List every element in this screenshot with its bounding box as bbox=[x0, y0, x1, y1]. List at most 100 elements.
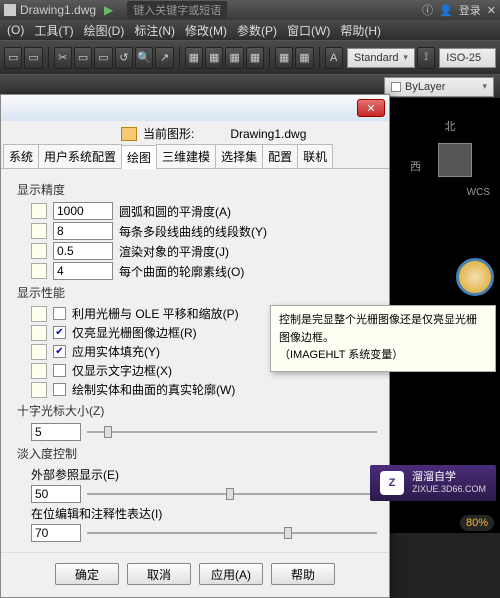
ok-button[interactable]: 确定 bbox=[55, 563, 119, 585]
menu-win[interactable]: 窗口(W) bbox=[284, 22, 333, 39]
render-label: 渲染对象的平滑度(J) bbox=[119, 243, 229, 260]
group-precision-title: 显示精度 bbox=[17, 181, 377, 198]
tool-btn[interactable]: ↗ bbox=[155, 47, 173, 69]
silhouette-checkbox[interactable] bbox=[53, 383, 66, 396]
edit-slider[interactable] bbox=[87, 524, 377, 542]
login-icon: 👤 bbox=[439, 4, 453, 17]
menu-o[interactable]: (O) bbox=[4, 23, 27, 37]
cross-input[interactable]: 5 bbox=[31, 423, 81, 441]
highlight-checkbox[interactable]: ✔ bbox=[53, 326, 66, 339]
layer-value: ByLayer bbox=[405, 81, 445, 93]
chevron-down-icon: ▾ bbox=[482, 81, 487, 92]
tool-btn[interactable]: ▦ bbox=[275, 47, 293, 69]
watermark-brand: 溜溜自学 bbox=[412, 471, 486, 484]
menu-dim[interactable]: 标注(N) bbox=[131, 22, 178, 39]
tool-btn[interactable]: ▭ bbox=[4, 47, 22, 69]
login-text[interactable]: 登录 bbox=[459, 2, 481, 18]
info-icon[interactable]: ⓘ bbox=[422, 2, 433, 18]
raster-checkbox[interactable] bbox=[53, 307, 66, 320]
cross-slider[interactable] bbox=[87, 423, 377, 441]
dwg-icon bbox=[31, 263, 47, 279]
tabs: 系统 用户系统配置 绘图 三维建模 选择集 配置 联机 bbox=[1, 144, 389, 169]
menu-tool[interactable]: 工具(T) bbox=[31, 22, 76, 39]
textstyle-value: Standard bbox=[354, 52, 399, 64]
cube-wcs[interactable]: WCS bbox=[467, 187, 490, 198]
tab-online[interactable]: 联机 bbox=[297, 144, 333, 168]
tool-btn[interactable]: 🔍 bbox=[135, 47, 153, 69]
tool-btn[interactable]: ▦ bbox=[225, 47, 243, 69]
textstyle-icon[interactable]: A bbox=[325, 47, 343, 69]
cube-west: 西 bbox=[410, 158, 421, 174]
medal-icon bbox=[456, 258, 494, 296]
menu-help[interactable]: 帮助(H) bbox=[337, 22, 384, 39]
exchange-icon[interactable]: ✕ bbox=[487, 4, 496, 17]
textstyle-combo[interactable]: Standard ▾ bbox=[347, 48, 415, 68]
cancel-button[interactable]: 取消 bbox=[127, 563, 191, 585]
surf-input[interactable] bbox=[53, 262, 113, 280]
dimstyle-value: ISO-25 bbox=[446, 52, 481, 64]
dwg-icon bbox=[31, 363, 47, 379]
seg-input[interactable] bbox=[53, 222, 113, 240]
surf-label: 每个曲面的轮廓素线(O) bbox=[119, 263, 244, 280]
viewcube[interactable]: 北 西 WCS bbox=[410, 118, 490, 198]
tab-user[interactable]: 用户系统配置 bbox=[38, 144, 122, 168]
edit-label: 在位编辑和注释性表达(I) bbox=[31, 505, 162, 522]
tab-config[interactable]: 配置 bbox=[262, 144, 298, 168]
tab-system[interactable]: 系统 bbox=[3, 144, 39, 168]
dwg-icon bbox=[31, 243, 47, 259]
current-drawing-label: 当前图形: bbox=[143, 125, 194, 142]
cube-north: 北 bbox=[445, 118, 456, 134]
xref-slider[interactable] bbox=[87, 485, 377, 503]
help-button[interactable]: 帮助 bbox=[271, 563, 335, 585]
dwg-icon bbox=[31, 344, 47, 360]
close-icon[interactable]: ✕ bbox=[357, 99, 385, 117]
group-fade-title: 淡入度控制 bbox=[17, 445, 377, 462]
layer-color-swatch bbox=[391, 82, 401, 92]
arc-smooth-label: 圆弧和圆的平滑度(A) bbox=[119, 203, 231, 220]
doc-icon bbox=[4, 4, 16, 16]
folder-icon bbox=[121, 127, 137, 141]
tab-draw[interactable]: 绘图 bbox=[121, 145, 157, 169]
textframe-checkbox[interactable] bbox=[53, 364, 66, 377]
textframe-label: 仅显示文字边框(X) bbox=[72, 362, 172, 379]
dwg-icon bbox=[31, 325, 47, 341]
tool-btn[interactable]: ▭ bbox=[74, 47, 92, 69]
tool-btn[interactable]: ✂ bbox=[54, 47, 72, 69]
fill-checkbox[interactable]: ✔ bbox=[53, 345, 66, 358]
tool-btn[interactable]: ▭ bbox=[94, 47, 112, 69]
tool-btn[interactable]: ▭ bbox=[24, 47, 42, 69]
zoom-indicator[interactable]: 80% bbox=[460, 515, 494, 531]
render-input[interactable] bbox=[53, 242, 113, 260]
dwg-icon bbox=[31, 223, 47, 239]
group-perf-title: 显示性能 bbox=[17, 284, 377, 301]
highlight-label: 仅亮显光栅图像边框(R) bbox=[72, 324, 197, 341]
edit-input[interactable]: 70 bbox=[31, 524, 81, 542]
watermark: Z 溜溜自学 ZIXUE.3D66.COM bbox=[370, 465, 496, 501]
tooltip: 控制是完显整个光栅图像还是仅亮显光栅图像边框。 （IMAGEHLT 系统变量） bbox=[270, 305, 496, 372]
play-icon: ▶ bbox=[104, 3, 113, 17]
menu-draw[interactable]: 绘图(D) bbox=[81, 22, 128, 39]
dimstyle-icon[interactable]: ⟟ bbox=[417, 47, 435, 69]
arc-smooth-input[interactable] bbox=[53, 202, 113, 220]
chevron-down-icon: ▾ bbox=[403, 52, 408, 63]
apply-button[interactable]: 应用(A) bbox=[199, 563, 263, 585]
tool-btn[interactable]: ▦ bbox=[205, 47, 223, 69]
layer-combo[interactable]: ByLayer ▾ bbox=[384, 77, 494, 97]
tool-btn[interactable]: ↺ bbox=[115, 47, 133, 69]
dwg-icon bbox=[31, 382, 47, 398]
title-filename: Drawing1.dwg bbox=[20, 3, 96, 17]
cube-top[interactable] bbox=[438, 143, 472, 177]
menu-mod[interactable]: 修改(M) bbox=[182, 22, 230, 39]
dimstyle-combo[interactable]: ISO-25 bbox=[439, 48, 496, 68]
search-box[interactable]: 键入关键字或短语 bbox=[127, 1, 227, 19]
xref-input[interactable]: 50 bbox=[31, 485, 81, 503]
xref-label: 外部参照显示(E) bbox=[31, 466, 119, 483]
menu-param[interactable]: 参数(P) bbox=[234, 22, 280, 39]
tool-btn[interactable]: ▦ bbox=[246, 47, 264, 69]
tab-select[interactable]: 选择集 bbox=[215, 144, 263, 168]
tool-btn[interactable]: ▦ bbox=[185, 47, 203, 69]
seg-label: 每条多段线曲线的线段数(Y) bbox=[119, 223, 267, 240]
tab-model[interactable]: 三维建模 bbox=[156, 144, 216, 168]
group-cross-title: 十字光标大小(Z) bbox=[17, 402, 377, 419]
tool-btn[interactable]: ▦ bbox=[295, 47, 313, 69]
